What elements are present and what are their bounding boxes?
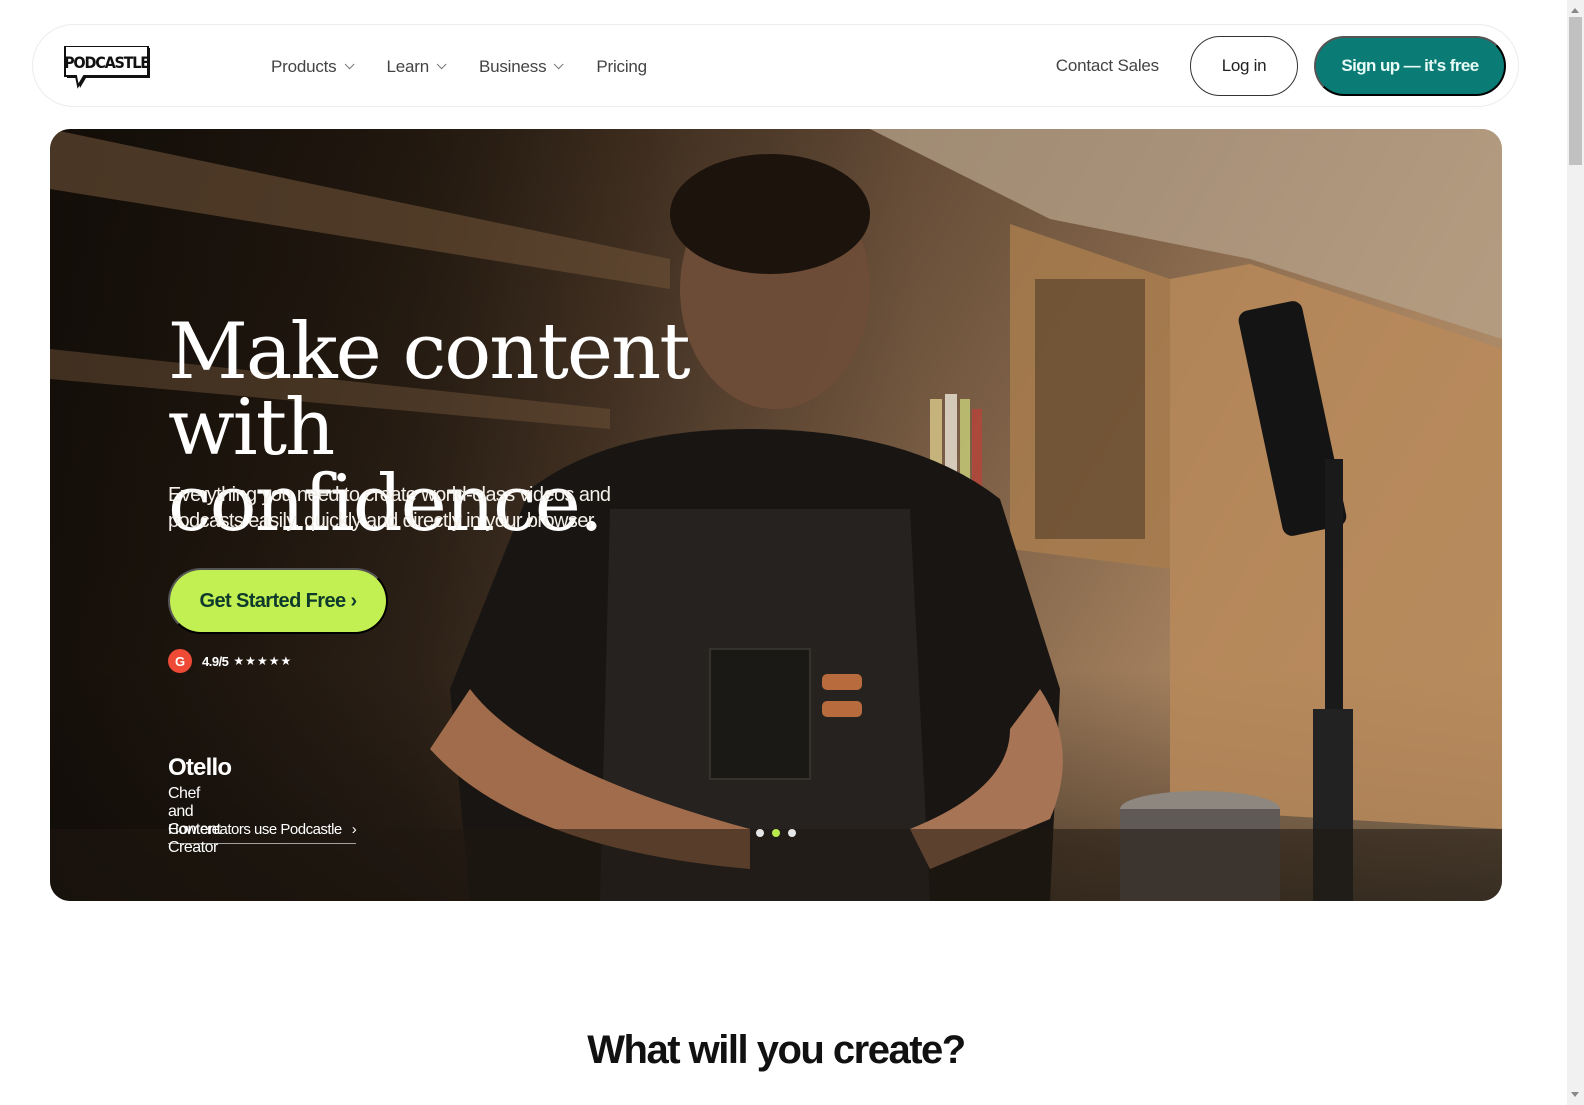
- nav-products-label: Products: [271, 56, 337, 76]
- g2-logo-icon: G: [168, 649, 192, 673]
- carousel-dot-3[interactable]: [788, 829, 796, 837]
- scroll-down-arrow-icon[interactable]: [1571, 1092, 1579, 1097]
- carousel-pagination: [756, 829, 796, 837]
- carousel-dot-1[interactable]: [756, 829, 764, 837]
- main-nav: Products Learn Business Pricing: [271, 25, 683, 108]
- nav-business[interactable]: Business: [478, 56, 564, 77]
- nav-business-label: Business: [478, 56, 547, 76]
- page-scrollbar[interactable]: [1567, 0, 1584, 1105]
- star-rating-icons: ★★★★★: [233, 654, 293, 668]
- podcastle-logo[interactable]: PODCASTLE: [64, 45, 154, 90]
- creator-name: Otello: [168, 754, 232, 781]
- how-creators-use-label: How creators use Podcastle: [168, 821, 342, 838]
- nav-actions: Contact Sales Log in Sign up — it's free: [1056, 36, 1506, 96]
- get-started-free-button[interactable]: Get Started Free ›: [168, 568, 388, 634]
- nav-learn[interactable]: Learn: [386, 56, 447, 77]
- login-button[interactable]: Log in: [1190, 36, 1298, 96]
- g2-rating: G 4.9/5 ★★★★★: [168, 649, 292, 673]
- hero-subheading: Everything you need to create world-clas…: [168, 484, 611, 532]
- logo-text: PODCASTLE: [64, 53, 149, 72]
- nav-pricing[interactable]: Pricing: [596, 57, 647, 77]
- how-creators-use-link[interactable]: How creators use Podcastle ›: [168, 821, 357, 844]
- rating-value: 4.9/5: [202, 653, 229, 669]
- podcastle-logo-icon: PODCASTLE: [64, 45, 150, 89]
- section-title: What will you create?: [587, 1028, 966, 1072]
- top-navbar: PODCASTLE Products Learn Business Pricin…: [32, 24, 1519, 107]
- carousel-dot-2-active[interactable]: [772, 829, 780, 837]
- chevron-down-icon: [554, 59, 564, 70]
- chevron-right-icon: ›: [351, 821, 357, 838]
- hero-banner: Make content with confidence. Everything…: [50, 129, 1502, 901]
- scroll-up-arrow-icon[interactable]: [1571, 8, 1579, 13]
- chevron-down-icon: [436, 59, 447, 70]
- nav-products[interactable]: Products: [271, 56, 355, 77]
- nav-learn-label: Learn: [386, 56, 430, 76]
- contact-sales-link[interactable]: Contact Sales: [1056, 56, 1159, 76]
- scrollbar-thumb[interactable]: [1569, 17, 1582, 165]
- nav-pricing-label: Pricing: [596, 56, 647, 76]
- chevron-down-icon: [344, 59, 355, 70]
- signup-button[interactable]: Sign up — it's free: [1314, 36, 1506, 96]
